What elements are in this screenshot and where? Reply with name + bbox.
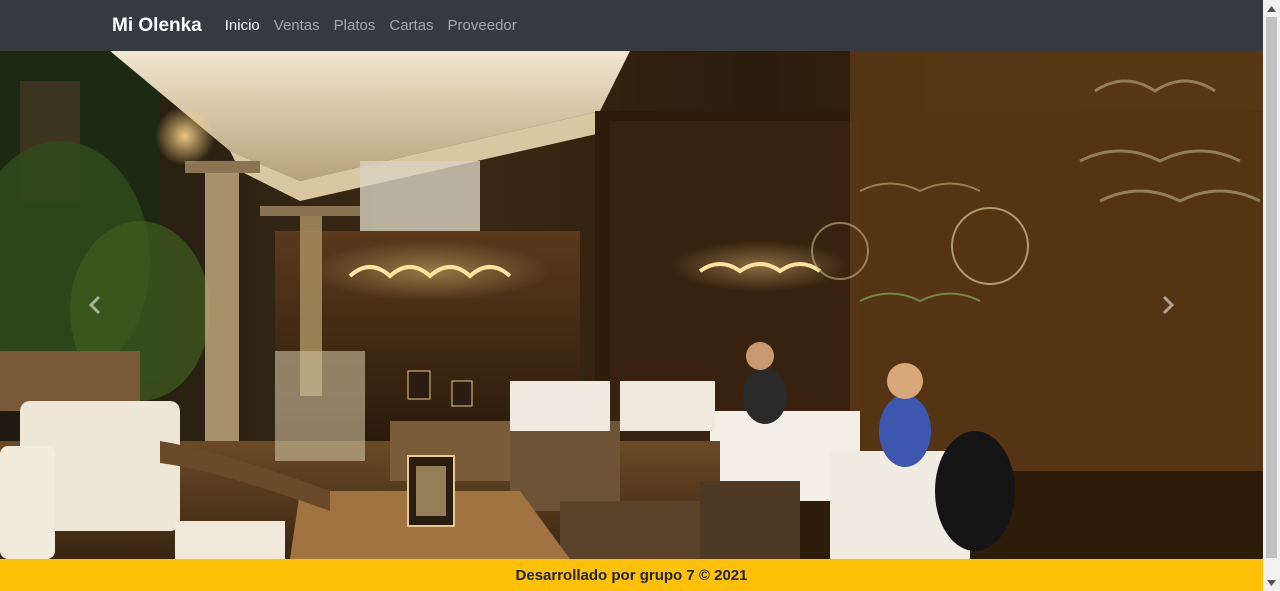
scroll-down-button[interactable]	[1263, 574, 1280, 591]
page: Mi Olenka Inicio Ventas Platos Cartas Pr…	[0, 0, 1263, 591]
brand-link[interactable]: Mi Olenka	[112, 15, 202, 37]
nav-link-platos[interactable]: Platos	[327, 17, 383, 34]
scrollbar-thumb[interactable]	[1266, 17, 1277, 558]
nav-item-inicio: Inicio	[225, 17, 267, 34]
scroll-up-button[interactable]	[1263, 0, 1280, 17]
footer: Desarrollado por grupo 7 © 2021	[0, 559, 1263, 591]
triangle-down-icon	[1267, 579, 1276, 586]
nav-item-proveedor: Proveedor	[441, 17, 524, 34]
footer-credit: Desarrollado por grupo 7 © 2021	[515, 566, 748, 584]
carousel-prev-button[interactable]	[0, 51, 190, 559]
nav-link-cartas[interactable]: Cartas	[382, 17, 440, 34]
nav-list: Inicio Ventas Platos Cartas Proveedor	[225, 17, 524, 34]
nav-item-platos: Platos	[327, 17, 383, 34]
chevron-right-icon	[1162, 295, 1175, 315]
chevron-left-icon	[88, 295, 101, 315]
nav-item-cartas: Cartas	[382, 17, 440, 34]
carousel-next-button[interactable]	[1073, 51, 1263, 559]
nav-link-ventas[interactable]: Ventas	[267, 17, 327, 34]
nav-link-proveedor[interactable]: Proveedor	[441, 17, 524, 34]
navbar: Mi Olenka Inicio Ventas Platos Cartas Pr…	[0, 0, 1263, 51]
triangle-up-icon	[1267, 5, 1276, 12]
hero-carousel	[0, 51, 1263, 559]
nav-item-ventas: Ventas	[267, 17, 327, 34]
vertical-scrollbar[interactable]	[1263, 0, 1280, 591]
nav-link-inicio[interactable]: Inicio	[225, 17, 267, 34]
